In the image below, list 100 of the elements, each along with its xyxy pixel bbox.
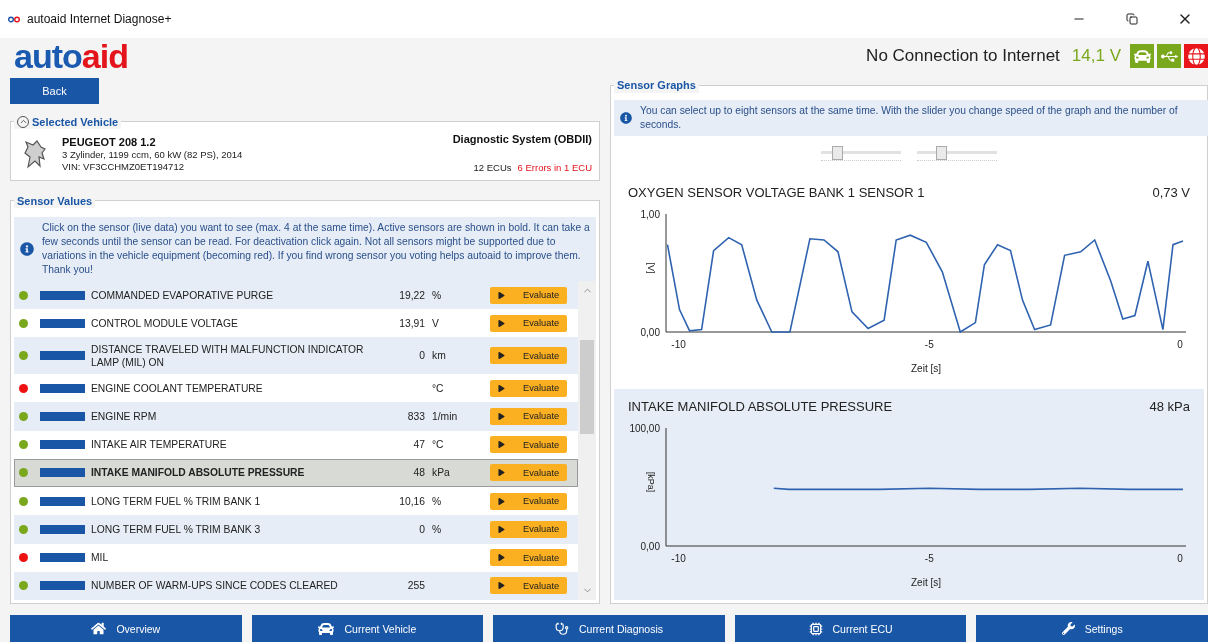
sensor-value: 10,16 (399, 495, 425, 507)
sensor-row[interactable]: LONG TERM FUEL % TRIM BANK 3 0 % Evaluate (14, 515, 578, 544)
sensor-bar-icon (40, 318, 85, 328)
play-icon (498, 352, 505, 360)
sensor-name: INTAKE AIR TEMPERATURE (91, 438, 228, 452)
axis-tick-label: 0 (1177, 338, 1183, 350)
sensor-value: 0 (419, 350, 425, 362)
sensor-value: 833 (407, 411, 425, 422)
scrollbar[interactable] (578, 281, 596, 600)
sensor-value: 0 (419, 523, 425, 535)
info-text: Click on the sensor (live data) you want to see (max. 4 at the same time). Active sensors are shown in bold. It can take a few seconds until the sensor can be read. For deactivation click again. Not all sensors might be supported due to variations in the vehicle equipment (becoming red). If you find wrong sensor you voting helps autoaid to improve them. Thank you! (42, 221, 590, 277)
section-title: Selected Vehicle (32, 115, 119, 128)
nav-tab[interactable]: Current Vehicle (251, 615, 484, 642)
stethoscope-icon (554, 621, 569, 636)
evaluate-button[interactable]: Evaluate (490, 286, 567, 304)
scrollbar-thumb[interactable] (580, 340, 594, 434)
sensor-row[interactable]: ENGINE RPM 833 1/min Evaluate (14, 402, 578, 431)
info-text: You can select up to eight sensors at the same time. With the slider you change speed of the graph and the number of seconds. (640, 103, 1179, 132)
ecu-count: 12 ECUs (473, 162, 512, 173)
axis-tick-label: 100,00 (629, 423, 660, 435)
graph-reading: 0,73 V (1152, 184, 1190, 200)
evaluate-button[interactable]: Evaluate (490, 347, 567, 365)
evaluate-button[interactable]: Evaluate (490, 577, 567, 595)
sensor-bar-icon (40, 440, 85, 450)
sensor-name: LONG TERM FUEL % TRIM BANK 1 (91, 494, 262, 508)
sensor-name: INTAKE MANIFOLD ABSOLUTE PRESSURE (91, 466, 306, 480)
evaluate-button[interactable]: Evaluate (490, 492, 567, 510)
graph-title: INTAKE MANIFOLD ABSOLUTE PRESSURE (628, 399, 893, 415)
sensor-value: 13,91 (399, 317, 425, 329)
axis-label: [V] (646, 262, 656, 274)
voltage-reading: 14,1 V (1071, 46, 1121, 66)
evaluate-button[interactable]: Evaluate (490, 408, 567, 425)
sensor-name: MIL (91, 551, 110, 565)
slider-thumb[interactable] (832, 145, 843, 160)
sensor-name: ENGINE RPM (91, 410, 158, 423)
back-button[interactable]: Back (10, 78, 99, 104)
axis-tick-label: -5 (924, 553, 934, 565)
sensor-bar-icon (40, 524, 85, 534)
play-icon (498, 413, 505, 420)
nav-tab[interactable]: Current ECU (734, 615, 967, 642)
evaluate-button[interactable]: Evaluate (490, 436, 567, 454)
evaluate-button[interactable]: Evaluate (490, 549, 567, 567)
sensor-name: CONTROL MODULE VOLTAGE (91, 316, 239, 330)
vehicle-details: 3 Zylinder, 1199 ccm, 60 kW (82 PS), 2014 (62, 149, 244, 160)
nav-tab[interactable]: Current Diagnosis (493, 615, 725, 642)
play-icon (498, 319, 505, 327)
evaluate-button[interactable]: Evaluate (490, 464, 567, 482)
slider[interactable] (821, 145, 901, 161)
play-icon (498, 441, 505, 449)
sensor-bar-icon (40, 496, 85, 506)
wrench-icon (1061, 622, 1075, 635)
evaluate-button[interactable]: Evaluate (490, 520, 567, 538)
axis-tick-label: 0,00 (640, 326, 660, 338)
sensor-name: ENGINE COOLANT TEMPERATURE (91, 381, 264, 395)
axis-label: [kPa] (646, 472, 656, 493)
graph-reading: 48 kPa (1149, 399, 1190, 415)
sensor-bar-icon (40, 383, 85, 393)
play-icon (498, 384, 505, 392)
car-icon (318, 620, 335, 637)
evaluate-button[interactable]: Evaluate (490, 314, 567, 332)
sensor-unit: % (432, 495, 442, 507)
sensor-bar-icon (40, 351, 85, 361)
chip-icon (808, 621, 823, 636)
axis-tick-label: 0 (1177, 553, 1183, 565)
info-icon (620, 111, 632, 124)
sensor-bar-icon (40, 412, 85, 421)
slider[interactable] (917, 145, 997, 161)
play-icon (498, 469, 505, 477)
play-icon (498, 582, 505, 590)
sensor-bar-icon (40, 581, 85, 591)
sensor-row[interactable]: COMMANDED EVAPORATIVE PURGE 19,22 % Evaluate (14, 281, 578, 310)
sensor-unit: % (432, 523, 442, 535)
axis-label: Zeit [s] (911, 577, 941, 589)
nav-tab[interactable]: Settings (976, 615, 1208, 642)
play-icon (498, 554, 505, 562)
axis-tick-label: -10 (671, 338, 686, 350)
connection-status: No Connection to Internet (866, 46, 1060, 66)
sensor-unit: °C (432, 382, 444, 394)
sensor-unit: kPa (432, 467, 450, 479)
axis-tick-label: -10 (671, 553, 686, 565)
section-title: Sensor Values (17, 194, 93, 207)
sensor-unit: km (432, 350, 446, 362)
restore-icon (1126, 13, 1138, 25)
sensor-row[interactable]: NUMBER OF WARM-UPS SINCE CODES CLEARED 255 Evaluate (14, 571, 578, 600)
sensor-row[interactable]: DISTANCE TRAVELED WITH MALFUNCTION INDICATOR LAMP (MIL) ON 0 km Evaluate (14, 337, 578, 375)
slider-thumb[interactable] (936, 145, 947, 160)
play-icon (498, 525, 505, 533)
diagnostic-system: Diagnostic System (OBDII) (452, 133, 592, 145)
graph-title: OXYGEN SENSOR VOLTAGE BANK 1 SENSOR 1 (628, 184, 925, 200)
sensor-value: 19,22 (399, 289, 425, 301)
home-icon (91, 621, 107, 636)
window-title: autoaid Internet Diagnose+ (27, 12, 173, 26)
sensor-row[interactable]: INTAKE MANIFOLD ABSOLUTE PRESSURE 48 kPa Evaluate (14, 458, 578, 488)
sensor-name: LONG TERM FUEL % TRIM BANK 3 (91, 522, 262, 536)
axis-label: Zeit [s] (911, 362, 941, 374)
sensor-bar-icon (40, 468, 85, 478)
vehicle-name: PEUGEOT 208 1.2 (62, 136, 157, 148)
nav-tab[interactable]: Overview (10, 615, 242, 642)
evaluate-button[interactable]: Evaluate (490, 379, 567, 397)
play-icon (498, 497, 505, 505)
